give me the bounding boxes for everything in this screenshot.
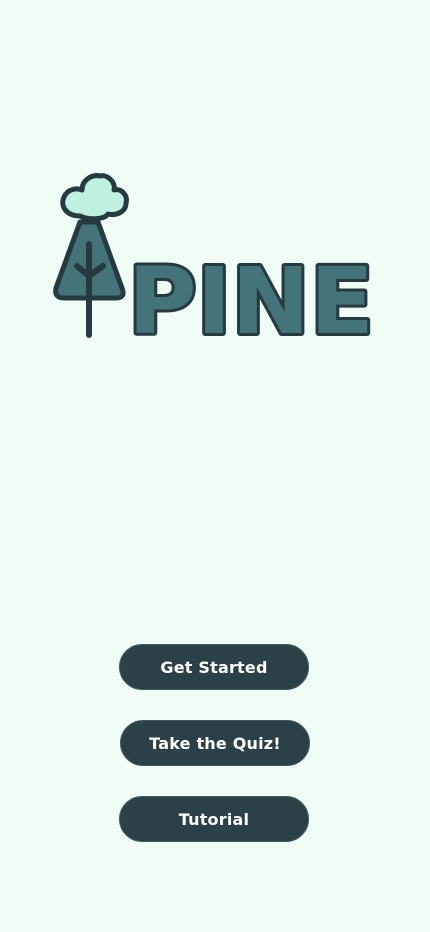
app-logo: PINE [50,170,385,342]
pine-logo-svg: PINE [53,173,377,342]
logo-wordmark: PINE [128,248,374,342]
tutorial-button[interactable]: Tutorial [119,796,309,842]
take-quiz-button[interactable]: Take the Quiz! [120,720,310,766]
tree-icon [53,173,129,338]
get-started-button[interactable]: Get Started [119,644,309,690]
